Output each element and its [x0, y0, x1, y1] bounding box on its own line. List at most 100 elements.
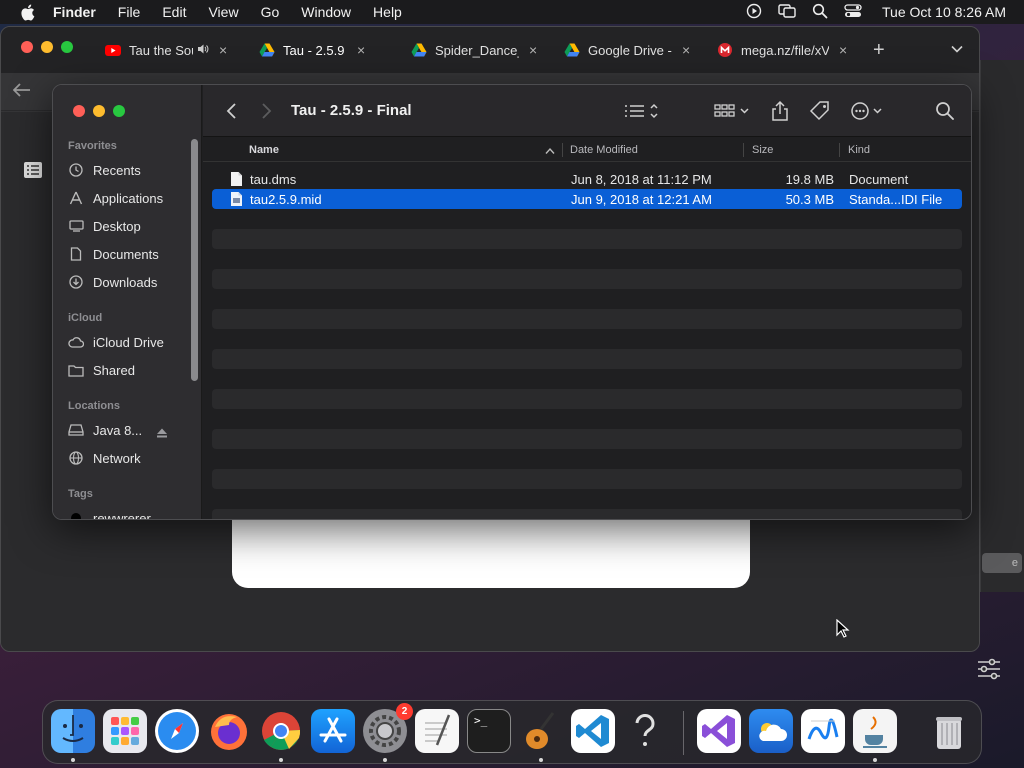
tab-title: Tau the Sou — [129, 42, 193, 58]
sidebar-item-documents[interactable]: Documents — [68, 243, 193, 265]
browser-tab-google-drive[interactable]: Google Drive - × — [564, 37, 690, 63]
menu-view[interactable]: View — [208, 4, 238, 20]
screen-record-icon[interactable] — [746, 3, 762, 22]
back-arrow-icon[interactable] — [12, 81, 31, 102]
tab-close-icon[interactable]: × — [529, 42, 537, 58]
finder-close-button[interactable] — [73, 105, 85, 117]
freeform-icon[interactable] — [801, 709, 845, 753]
youtube-icon — [105, 42, 121, 58]
back-chevron-icon[interactable] — [223, 101, 241, 121]
file-kind: Document — [849, 172, 909, 187]
visual-studio-icon[interactable] — [697, 709, 741, 753]
sidebar-item-tag-rewwrerer[interactable]: rewwrerer — [68, 507, 193, 519]
sidebar-item-shared[interactable]: Shared — [68, 359, 193, 381]
document-file-icon — [230, 171, 243, 187]
tab-close-icon[interactable]: × — [219, 42, 227, 58]
column-divider[interactable] — [839, 143, 840, 157]
empty-row — [212, 269, 962, 289]
tab-close-icon[interactable]: × — [839, 42, 847, 58]
menu-clock[interactable]: Tue Oct 10 8:26 AM — [882, 4, 1006, 20]
sidebar-item-java-drive[interactable]: Java 8... — [68, 419, 193, 441]
app-store-icon[interactable] — [311, 709, 355, 753]
google-drive-icon — [411, 42, 427, 58]
sidebar-scrollbar[interactable] — [191, 139, 198, 381]
search-icon[interactable] — [935, 100, 955, 122]
speaker-icon[interactable] — [197, 43, 209, 58]
column-kind[interactable]: Kind — [848, 144, 870, 156]
running-indicator — [279, 758, 283, 762]
tab-close-icon[interactable]: × — [357, 42, 365, 58]
eject-icon[interactable] — [156, 426, 168, 438]
share-icon[interactable] — [771, 100, 789, 122]
file-list: tau.dms Jun 8, 2018 at 11:12 PM 19.8 MB … — [212, 169, 962, 519]
menu-go[interactable]: Go — [261, 4, 280, 20]
vscode-icon[interactable] — [571, 709, 615, 753]
browser-tab-tau-drive[interactable]: Tau - 2.5.9 - Fi × — [259, 37, 365, 63]
sidebar-item-icloud-drive[interactable]: iCloud Drive — [68, 331, 193, 353]
shared-folder-icon — [68, 362, 84, 378]
list-view-icon[interactable] — [23, 161, 43, 179]
terminal-icon[interactable]: >_ — [467, 709, 511, 753]
help-question-icon[interactable] — [623, 709, 667, 753]
menu-app-finder[interactable]: Finder — [53, 4, 96, 20]
new-tab-button[interactable]: + — [873, 39, 885, 62]
browser-close-button[interactable] — [21, 41, 33, 53]
empty-row — [212, 409, 962, 429]
finder-zoom-button[interactable] — [113, 105, 125, 117]
trash-icon[interactable] — [927, 709, 971, 753]
more-actions-icon[interactable] — [849, 100, 887, 122]
tab-list-chevron-icon[interactable] — [951, 41, 963, 59]
empty-row — [212, 209, 962, 229]
system-settings-icon[interactable]: 2 — [363, 703, 413, 753]
browser-zoom-button[interactable] — [61, 41, 73, 53]
finder-minimize-button[interactable] — [93, 105, 105, 117]
launchpad-icon[interactable] — [103, 709, 147, 753]
firefox-icon[interactable] — [207, 709, 251, 753]
menu-window[interactable]: Window — [301, 4, 351, 20]
safari-icon[interactable] — [155, 709, 199, 753]
sort-ascending-icon[interactable] — [545, 146, 555, 154]
notification-badge: 2 — [396, 703, 413, 720]
column-divider[interactable] — [743, 143, 744, 157]
textedit-icon[interactable] — [415, 709, 459, 753]
download-icon — [68, 274, 84, 290]
column-size[interactable]: Size — [752, 144, 773, 156]
screen-mirroring-icon[interactable] — [778, 3, 796, 22]
spotlight-search-icon[interactable] — [812, 3, 828, 22]
menu-file[interactable]: File — [118, 4, 141, 20]
group-by-icon[interactable] — [713, 100, 751, 122]
control-center-icon[interactable] — [844, 3, 862, 22]
sidebar-item-applications[interactable]: Applications — [68, 187, 193, 209]
list-view-toggle-icon[interactable] — [623, 100, 661, 122]
tab-close-icon[interactable]: × — [682, 42, 690, 58]
tab-title: Spider_Dance_ — [435, 42, 519, 58]
sliders-icon[interactable] — [976, 657, 1002, 681]
column-name[interactable]: Name — [249, 144, 279, 156]
java-icon[interactable] — [853, 709, 897, 753]
menu-edit[interactable]: Edit — [162, 4, 186, 20]
cloud-app-icon[interactable] — [749, 709, 793, 753]
running-indicator — [383, 758, 387, 762]
browser-tab-youtube[interactable]: Tau the Sou × — [105, 37, 227, 63]
finder-icon[interactable] — [51, 709, 95, 753]
table-row-selected[interactable]: tau2.5.9.mid Jun 9, 2018 at 12:21 AM 50.… — [212, 189, 962, 209]
column-date-modified[interactable]: Date Modified — [570, 144, 638, 156]
forward-chevron-icon[interactable] — [257, 101, 275, 121]
browser-tab-spider-dance[interactable]: Spider_Dance_ × — [411, 37, 537, 63]
empty-row — [212, 309, 962, 329]
sidebar-item-downloads[interactable]: Downloads — [68, 271, 193, 293]
sidebar-item-desktop[interactable]: Desktop — [68, 215, 193, 237]
column-divider[interactable] — [562, 143, 563, 157]
finder-sidebar: Favorites Recents Applications Desktop D… — [53, 85, 202, 519]
sidebar-item-recents[interactable]: Recents — [68, 159, 193, 181]
tag-icon[interactable] — [809, 100, 831, 122]
table-row[interactable]: tau.dms Jun 8, 2018 at 11:12 PM 19.8 MB … — [212, 169, 962, 189]
chrome-icon[interactable] — [259, 709, 303, 753]
garageband-icon[interactable] — [519, 709, 563, 753]
menu-help[interactable]: Help — [373, 4, 402, 20]
side-panel-button[interactable]: e — [982, 553, 1022, 573]
browser-minimize-button[interactable] — [41, 41, 53, 53]
apple-menu-icon[interactable] — [17, 2, 37, 22]
browser-tab-mega[interactable]: mega.nz/file/xV × — [717, 37, 847, 63]
sidebar-item-network[interactable]: Network — [68, 447, 193, 469]
